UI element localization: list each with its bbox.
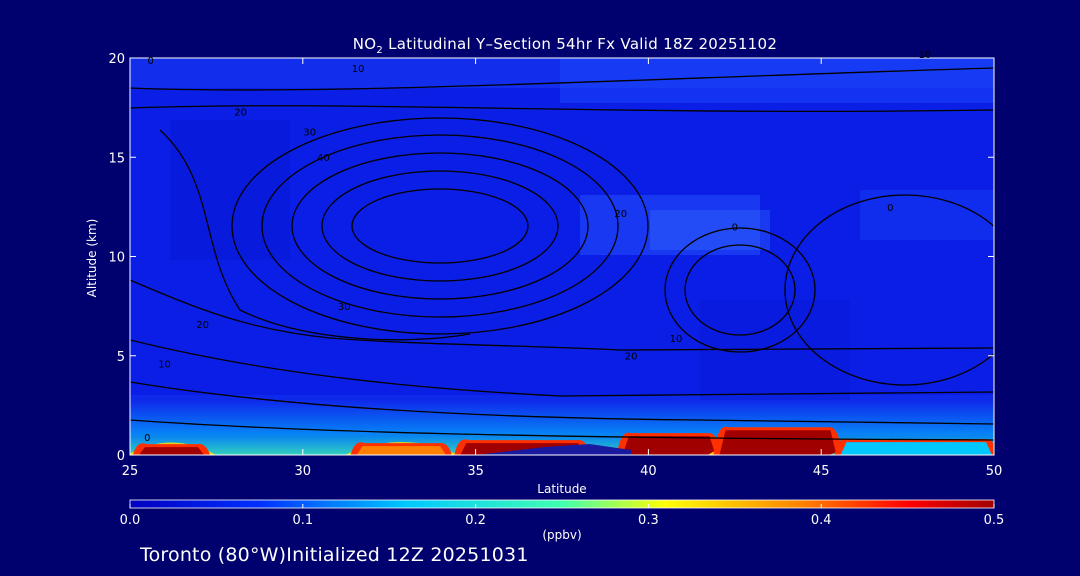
x-tick-label: 50 xyxy=(986,464,1003,479)
colorbar xyxy=(129,499,995,509)
contour-label: 20 xyxy=(234,108,247,119)
y-tick-label: 0 xyxy=(117,449,125,464)
y-tick-label: 5 xyxy=(117,350,125,365)
colorbar-tick-label: 0.4 xyxy=(811,513,832,528)
x-tick-label: 45 xyxy=(813,464,830,479)
colorbar-tick-label: 0.2 xyxy=(465,513,486,528)
hotspot-core xyxy=(719,430,837,455)
hotspot-core xyxy=(840,442,992,455)
y-tick-label: 10 xyxy=(108,251,125,266)
contour-label: 0 xyxy=(144,433,150,444)
contour-label: 10 xyxy=(158,360,171,371)
contour-label: 40 xyxy=(317,153,330,164)
y-tick-label: 15 xyxy=(108,151,125,166)
colorbar-tick-label: 0.5 xyxy=(984,513,1005,528)
contour-label: 10 xyxy=(670,334,683,345)
chart-canvas: NO2 Latitudinal Y–Section 54hr Fx Valid … xyxy=(0,0,1080,576)
field-patch xyxy=(650,210,770,250)
x-tick-label: 40 xyxy=(640,464,657,479)
y-axis-label: Altitude (km) xyxy=(85,218,99,298)
x-tick-label: 25 xyxy=(122,464,139,479)
contour-label: 0 xyxy=(148,56,154,67)
colorbar-tick-label: 0.0 xyxy=(120,513,141,528)
x-axis-label: Latitude xyxy=(537,482,587,496)
contour-label: 10 xyxy=(919,50,932,61)
concentration-field xyxy=(130,58,994,455)
contour-label: 20 xyxy=(196,320,209,331)
contour-label: 30 xyxy=(303,127,316,138)
hotspot-core xyxy=(622,436,716,455)
hotspot-core xyxy=(138,447,205,455)
contour-label: 20 xyxy=(614,209,627,220)
colorbar-units: (ppbv) xyxy=(542,528,582,542)
hotspot-core xyxy=(356,446,446,455)
contour-label: 10 xyxy=(352,64,365,75)
field-patch xyxy=(170,120,290,260)
x-tick-label: 30 xyxy=(295,464,312,479)
colorbar-tick-label: 0.3 xyxy=(638,513,659,528)
y-tick-label: 20 xyxy=(108,52,125,67)
footer-caption: Toronto (80°W)Initialized 12Z 20251031 xyxy=(140,544,529,566)
contour-label: 30 xyxy=(338,302,351,313)
colorbar-tick-label: 0.1 xyxy=(292,513,313,528)
contour-label: 0 xyxy=(887,203,893,214)
contour-label: 20 xyxy=(625,352,638,363)
x-tick-label: 35 xyxy=(467,464,484,479)
contour-label: 0 xyxy=(732,223,738,234)
